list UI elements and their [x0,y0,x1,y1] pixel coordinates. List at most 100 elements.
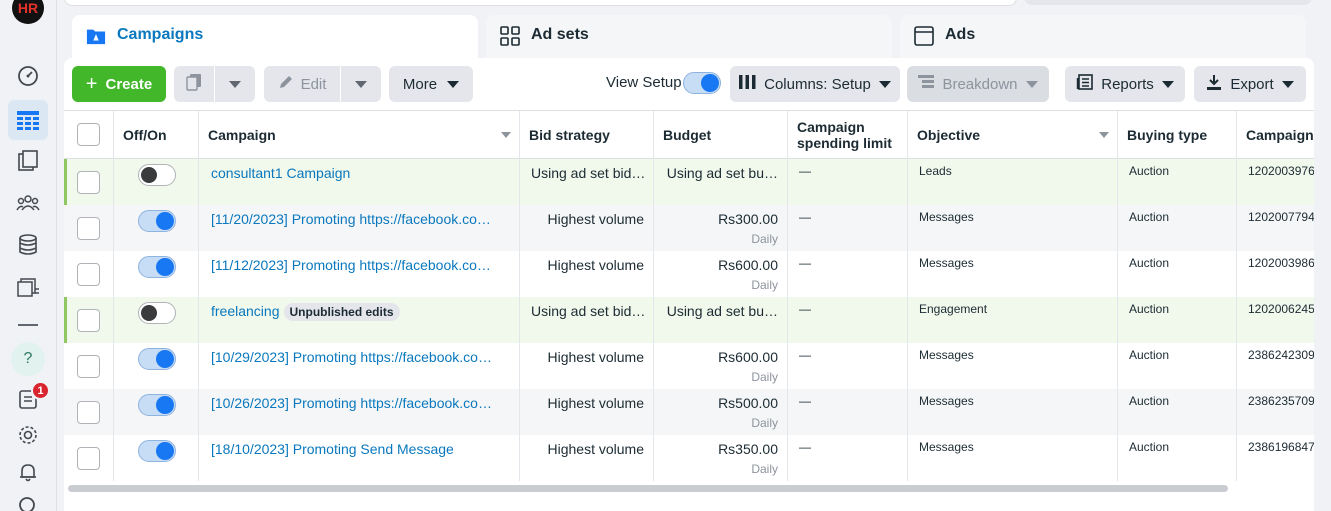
campaign-name-link[interactable]: [10/26/2023] Promoting https://facebook.… [211,395,501,411]
budget-period: Daily [751,278,778,292]
header-buying-type[interactable]: Buying type [1118,111,1237,159]
campaign-toggle[interactable] [138,256,176,278]
horizontal-scrollbar[interactable] [68,485,1228,492]
campaign-toggle[interactable] [138,394,176,416]
reports-label: Reports [1101,75,1154,93]
budget-cell: Rs300.00 Daily [654,205,788,251]
table-row[interactable]: [18/10/2023] Promoting Send Message Highe… [64,435,1314,481]
pages-icon[interactable] [14,147,42,175]
objective-cell: Messages [908,205,1118,251]
table-row[interactable]: [11/12/2023] Promoting https://facebook.… [64,251,1314,297]
budget-value: Rs300.00 [718,211,778,227]
bid-cell: Highest volume [520,251,654,297]
sort-chevron-icon[interactable] [1099,132,1109,138]
campaign-toggle[interactable] [138,302,176,324]
audiences-icon[interactable] [14,189,42,217]
header-budget[interactable]: Budget [654,111,788,159]
row-checkbox[interactable] [77,217,100,240]
help-icon[interactable]: ? [11,342,45,376]
duplicate-button[interactable] [174,66,214,102]
header-off-on[interactable]: Off/On [114,111,199,159]
row-checkbox[interactable] [77,447,100,470]
campaign-name-link[interactable]: [11/12/2023] Promoting https://facebook.… [211,257,501,273]
objective-cell: Leads [908,159,1118,205]
edit-button[interactable]: Edit [264,66,340,102]
bell-icon[interactable] [14,458,42,486]
row-checkbox[interactable] [77,171,100,194]
search-icon[interactable] [14,492,42,511]
campaign-name-link[interactable]: freelancing Unpublished edits [211,303,501,321]
campaign-id-cell: 2386235709 [1237,389,1314,435]
catalog-icon[interactable] [14,274,42,302]
header-campaign-id[interactable]: Campaign [1237,111,1314,159]
export-button[interactable]: Export [1194,66,1306,102]
header-objective[interactable]: Objective [908,111,1118,159]
campaign-toggle[interactable] [138,348,176,370]
view-setup-toggle[interactable] [683,72,721,94]
chevron-down-icon [1025,80,1038,88]
bid-cell: Using ad set bid… [520,159,654,205]
sort-chevron-icon[interactable] [501,132,511,138]
tab-ads[interactable]: Ads [900,15,1306,61]
select-all-checkbox[interactable] [77,123,100,146]
header-campaign[interactable]: Campaign [199,111,520,159]
header-spending-limit[interactable]: Campaign spending limit [788,111,908,159]
budget-value: Rs600.00 [718,257,778,273]
tab-ad-sets[interactable]: Ad sets [486,15,892,61]
buying-type-cell: Auction [1118,205,1237,251]
table-row[interactable]: [10/29/2023] Promoting https://facebook.… [64,343,1314,389]
objective-cell: Messages [908,435,1118,481]
table-row[interactable]: consultant1 Campaign Using ad set bid… Usi… [64,159,1314,205]
bid-strategy-value: Using ad set bid… [531,165,646,181]
campaign-id-cell: 1202003976 [1237,159,1314,205]
duplicate-dropdown[interactable] [215,66,255,102]
select-all-cell [64,111,114,159]
row-checkbox[interactable] [77,263,100,286]
plus-icon: + [85,72,98,95]
campaign-id-value: 2386196847 [1248,440,1314,454]
spending-limit-cell: — [788,343,908,389]
create-button[interactable]: + Create [72,66,166,102]
billing-database-icon[interactable] [14,231,42,259]
campaign-name-link[interactable]: [11/20/2023] Promoting https://facebook.… [211,211,501,227]
select-cell [64,389,114,435]
campaigns-panel: + Create Edit More View Setup Columns: S… [64,58,1314,511]
campaign-name-link[interactable]: [10/29/2023] Promoting https://facebook.… [211,349,501,365]
spending-limit-cell: — [788,389,908,435]
buying-type-value: Auction [1129,348,1170,362]
budget-cell: Rs600.00 Daily [654,343,788,389]
campaigns-table-icon[interactable] [8,100,48,140]
pencil-icon [278,74,294,94]
breakdown-label: Breakdown [942,75,1018,93]
buying-type-value: Auction [1129,210,1170,224]
tab-campaigns[interactable]: Campaigns [72,15,478,61]
budget-value: Rs600.00 [718,349,778,365]
dashboard-gauge-icon[interactable] [14,62,42,90]
edit-dropdown[interactable] [341,66,381,102]
buying-type-cell: Auction [1118,435,1237,481]
row-checkbox[interactable] [77,401,100,424]
download-icon [1206,74,1222,95]
header-bid-strategy[interactable]: Bid strategy [520,111,654,159]
table-row[interactable]: [10/26/2023] Promoting https://facebook.… [64,389,1314,435]
campaign-toggle[interactable] [138,210,176,232]
breakdown-button[interactable]: Breakdown [907,66,1049,102]
spending-limit-value: — [799,440,811,454]
objective-value: Messages [919,210,974,224]
campaign-toggle[interactable] [138,164,176,186]
reports-button[interactable]: Reports [1065,66,1185,102]
table-row[interactable]: [11/20/2023] Promoting https://facebook.… [64,205,1314,251]
more-button[interactable]: More [389,66,473,102]
columns-button[interactable]: Columns: Setup [730,66,900,102]
campaign-toggle[interactable] [138,440,176,462]
budget-cell: Rs350.00 Daily [654,435,788,481]
row-checkbox[interactable] [77,355,100,378]
campaign-name-link[interactable]: consultant1 Campaign [211,165,501,181]
table-row[interactable]: freelancing Unpublished edits Using ad set… [64,297,1314,343]
account-logo[interactable]: HR [12,0,44,24]
campaign-id-value: 1202003976 [1248,164,1314,178]
row-checkbox[interactable] [77,309,100,332]
campaign-name-link[interactable]: [18/10/2023] Promoting Send Message [211,441,501,457]
settings-gear-icon[interactable] [14,421,42,449]
spending-limit-value: — [799,210,811,224]
